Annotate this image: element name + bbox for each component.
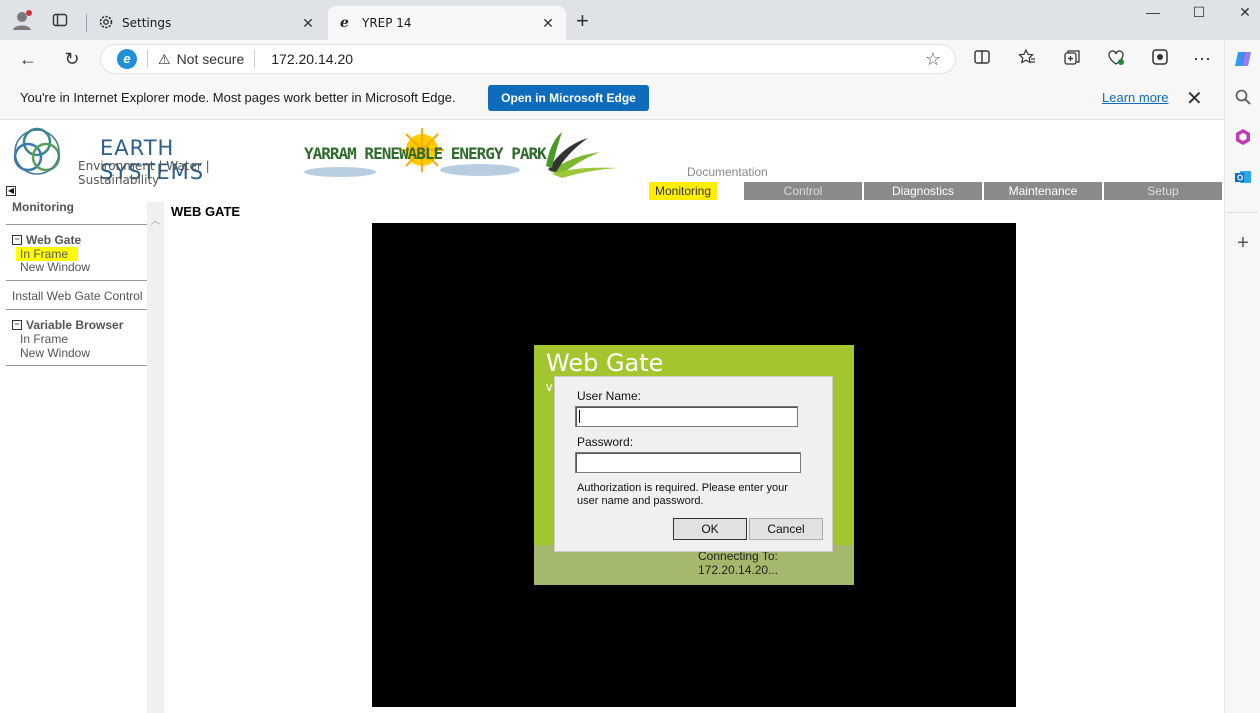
connecting-status: Connecting To: 172.20.14.20... [698, 549, 779, 577]
maximize-button[interactable]: ☐ [1176, 4, 1222, 26]
close-banner-icon[interactable]: ✕ [1186, 86, 1203, 111]
sidebar-item-install-web-gate[interactable]: Install Web Gate Control [12, 289, 143, 303]
tab-strip: Settings ✕ e YREP 14 ✕ + — ☐ ✕ [0, 0, 1260, 40]
gear-icon [98, 14, 114, 33]
divider [1227, 212, 1257, 232]
tab-settings[interactable]: Settings ✕ [88, 6, 326, 40]
section-label: Variable Browser [26, 318, 124, 332]
sidebar-item-web-gate-new-window[interactable]: New Window [20, 260, 90, 274]
performance-icon[interactable] [1148, 48, 1172, 70]
yrep-banner: YARRAM RENEWABLE ENERGY PARK [300, 128, 622, 180]
sidebar-title: Monitoring [12, 200, 74, 214]
ie-mode-banner: You're in Internet Explorer mode. Most p… [0, 78, 1224, 120]
close-tab-icon[interactable]: ✕ [540, 15, 556, 32]
outlook-icon[interactable]: O [1233, 168, 1253, 188]
divider [147, 50, 148, 68]
nav-tab-maintenance[interactable]: Maintenance [984, 182, 1102, 200]
splash-title: Web Gate [546, 349, 664, 377]
copilot-icon[interactable] [1233, 48, 1253, 68]
refresh-button[interactable]: ↻ [60, 48, 84, 70]
toolbar: ← ↻ e ⚠ Not secure 172.20.14.20 ☆ ⋯ [0, 40, 1224, 78]
favorites-icon[interactable] [1015, 48, 1039, 70]
web-gate-frame[interactable]: Web Gate v Connecting To: 172.20.14.20..… [372, 223, 1016, 707]
sidebar-item-variable-browser-in-frame[interactable]: In Frame [20, 332, 68, 346]
close-tab-icon[interactable]: ✕ [300, 15, 316, 32]
page-content: EARTH SYSTEMS Environment | Water | Sust… [0, 120, 1224, 713]
ok-button[interactable]: OK [673, 518, 747, 540]
tab-separator [86, 14, 87, 32]
add-app-icon[interactable]: + [1233, 232, 1253, 254]
minimize-button[interactable]: — [1130, 4, 1176, 26]
logo-subtitle: Environment | Water | Sustainability [78, 159, 210, 187]
tab-actions-icon[interactable] [48, 8, 72, 32]
search-icon[interactable] [1233, 88, 1253, 108]
collapse-sidebar-button[interactable]: ◀ [6, 186, 16, 196]
ie-icon: e [338, 14, 354, 33]
banner-text: YARRAM RENEWABLE ENERGY PARK [304, 144, 547, 163]
divider [6, 280, 147, 281]
favorite-star-icon[interactable]: ☆ [925, 49, 941, 70]
tab-yrep[interactable]: e YREP 14 ✕ [328, 6, 566, 40]
open-in-edge-button[interactable]: Open in Microsoft Edge [488, 85, 649, 111]
learn-more-link[interactable]: Learn more [1102, 90, 1168, 105]
sidebar-item-variable-browser-new-window[interactable]: New Window [20, 346, 90, 360]
nav-tab-diagnostics[interactable]: Diagnostics [864, 182, 982, 200]
security-label[interactable]: Not secure [177, 51, 245, 67]
warning-icon: ⚠ [158, 50, 171, 67]
scroll-up-icon[interactable]: ︿ [147, 212, 164, 227]
split-screen-icon[interactable] [970, 48, 994, 70]
nav-tab-control[interactable]: Control [744, 182, 862, 200]
ie-mode-message: You're in Internet Explorer mode. Most p… [20, 90, 456, 105]
sidebar-item-web-gate-in-frame[interactable]: In Frame [16, 247, 79, 261]
svg-text:O: O [1237, 174, 1243, 183]
edge-sidebar: O + [1224, 40, 1260, 713]
sidebar-section-variable-browser[interactable]: − Variable Browser [12, 318, 123, 332]
back-button[interactable]: ← [16, 48, 40, 70]
section-label: Web Gate [26, 233, 82, 247]
text-caret [579, 410, 580, 423]
nav-documentation[interactable]: Documentation [687, 165, 768, 179]
nav-tab-setup[interactable]: Setup [1104, 182, 1222, 200]
svg-text:e: e [340, 15, 349, 30]
divider [254, 50, 256, 68]
url-text[interactable]: 172.20.14.20 [271, 51, 353, 67]
nav-tab-monitoring[interactable]: Monitoring [649, 182, 717, 200]
username-field[interactable] [575, 406, 798, 427]
username-label: User Name: [577, 389, 642, 403]
login-dialog: User Name: Password: Authorization is re… [554, 376, 833, 552]
tab-label: YREP 14 [362, 16, 412, 30]
password-field[interactable] [575, 452, 801, 473]
more-menu-icon[interactable]: ⋯ [1190, 48, 1214, 70]
new-tab-button[interactable]: + [576, 10, 589, 32]
collapse-section-icon[interactable]: − [12, 235, 22, 245]
ie-mode-icon[interactable]: e [117, 49, 137, 69]
divider [6, 224, 147, 225]
sidebar-scrollbar[interactable]: ︿ [147, 202, 164, 713]
password-label: Password: [577, 435, 634, 449]
address-bar[interactable]: e ⚠ Not secure 172.20.14.20 ☆ [100, 44, 956, 74]
cancel-button[interactable]: Cancel [749, 518, 823, 540]
earth-systems-logo[interactable]: EARTH SYSTEMS Environment | Water | Sust… [10, 122, 280, 187]
profile-icon[interactable] [10, 8, 34, 32]
close-window-button[interactable]: ✕ [1222, 4, 1260, 26]
collapse-section-icon[interactable]: − [12, 320, 22, 330]
collections-icon[interactable] [1060, 48, 1084, 70]
splash-version: v [546, 379, 553, 394]
page-title: WEB GATE [171, 204, 241, 219]
office-icon[interactable] [1233, 128, 1253, 148]
divider [6, 309, 147, 310]
sidebar-section-web-gate[interactable]: − Web Gate [12, 233, 81, 247]
celtic-knot-icon [13, 127, 61, 175]
browser-essentials-icon[interactable] [1104, 48, 1128, 70]
tab-label: Settings [122, 16, 172, 30]
auth-note: Authorization is required. Please enter … [577, 482, 788, 507]
divider [6, 365, 147, 366]
